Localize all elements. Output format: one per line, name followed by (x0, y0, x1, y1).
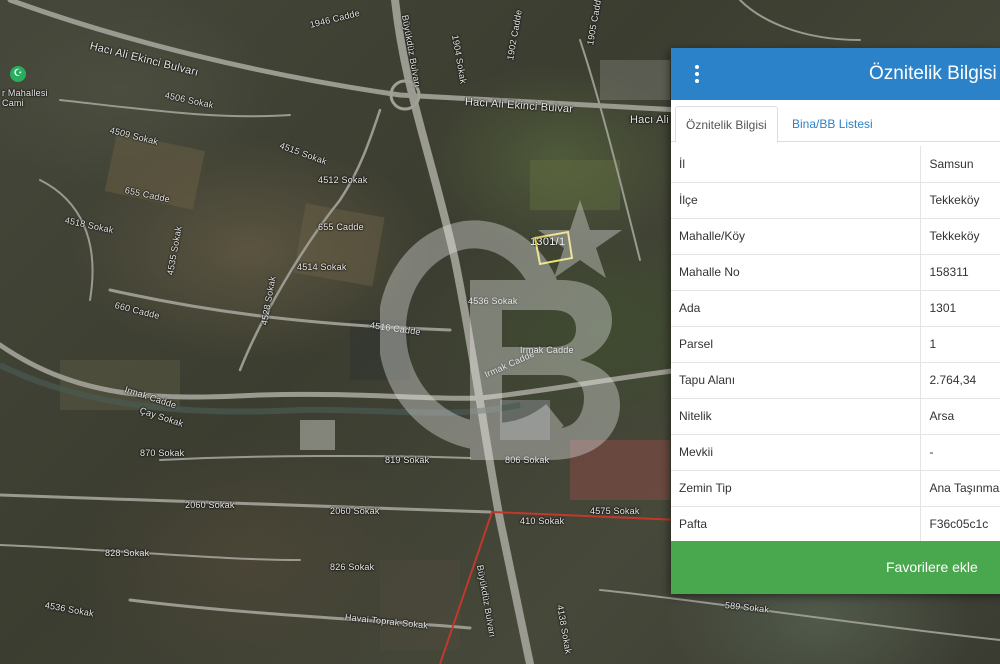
attribute-table: İl Samsun İlçe Tekkeköy Mahalle/Köy Tekkekö… (671, 146, 1000, 542)
street-label: 826 Sokak (330, 562, 375, 572)
table-row: Ada 1301 (671, 290, 1000, 327)
mosque-icon[interactable]: ☪ (10, 66, 26, 82)
kebab-menu-icon[interactable] (689, 62, 705, 86)
street-label: 655 Cadde (318, 222, 364, 232)
street-label: 4512 Sokak (318, 175, 368, 185)
street-label: 828 Sokak (105, 548, 150, 558)
attribute-panel: Öznitelik Bilgisi Öznitelik Bilgisi Bina… (671, 48, 1000, 594)
street-label: 410 Sokak (520, 516, 565, 526)
attribute-value: Tekkeköy (920, 218, 1000, 255)
table-row: Pafta F36c05c1c (671, 506, 1000, 542)
attribute-value: 2.764,34 (920, 362, 1000, 399)
table-row: Tapu Alanı 2.764,34 (671, 362, 1000, 399)
attribute-value: Tekkeköy (920, 182, 1000, 219)
street-label: 870 Sokak (140, 448, 185, 458)
attribute-value: 1 (920, 326, 1000, 363)
attribute-key: Zemin Tip (671, 470, 921, 507)
table-row: Zemin Tip Ana Taşınmaz (671, 470, 1000, 507)
table-row: Mevkii - (671, 434, 1000, 471)
table-row: Mahalle/Köy Tekkeköy (671, 218, 1000, 255)
attribute-key: Ada (671, 290, 921, 327)
table-row: Nitelik Arsa (671, 398, 1000, 435)
attribute-value: Arsa (920, 398, 1000, 435)
street-label: Hacı Ali (630, 114, 669, 126)
attribute-value: F36c05c1c (929, 517, 989, 532)
street-label: 2060 Sokak (330, 506, 380, 516)
attribute-value: 158311 (920, 254, 1000, 291)
add-favorite-button[interactable]: Favorilere ekle (671, 541, 1000, 594)
attribute-key: İlçe (671, 182, 921, 219)
table-row: Mahalle No 158311 (671, 254, 1000, 291)
tab-building-list[interactable]: Bina/BB Listesi (782, 106, 883, 143)
table-row: Parsel 1 (671, 326, 1000, 363)
street-label: 4575 Sokak (590, 506, 640, 516)
panel-title: Öznitelik Bilgisi (869, 63, 997, 84)
attribute-key: Mahalle No (671, 254, 921, 291)
attribute-value: Samsun (920, 146, 1000, 183)
attribute-value: 1301 (920, 290, 1000, 327)
add-favorite-label: Favorilere ekle (886, 559, 978, 575)
attribute-key: Pafta (671, 506, 921, 542)
attribute-key: Mevkii (671, 434, 921, 471)
attribute-key: Nitelik (671, 398, 921, 435)
table-row: İl Samsun (671, 146, 1000, 183)
street-label: 4514 Sokak (297, 262, 347, 272)
attribute-key: Tapu Alanı (671, 362, 921, 399)
panel-header: Öznitelik Bilgisi (671, 48, 1000, 100)
attribute-key: İl (671, 146, 921, 183)
street-label: 2060 Sokak (185, 500, 235, 510)
table-row: İlçe Tekkeköy (671, 182, 1000, 219)
attribute-key: Parsel (671, 326, 921, 363)
attribute-value: Ana Taşınmaz (920, 470, 1000, 507)
tab-attribute-info[interactable]: Öznitelik Bilgisi (675, 106, 778, 143)
cb-logo-watermark-icon (380, 200, 622, 460)
attribute-key: Mahalle/Köy (671, 218, 921, 255)
panel-tabs: Öznitelik Bilgisi Bina/BB Listesi (671, 100, 1000, 143)
attribute-value: - (920, 434, 1000, 471)
mosque-label: r Mahallesi Cami (2, 88, 48, 108)
